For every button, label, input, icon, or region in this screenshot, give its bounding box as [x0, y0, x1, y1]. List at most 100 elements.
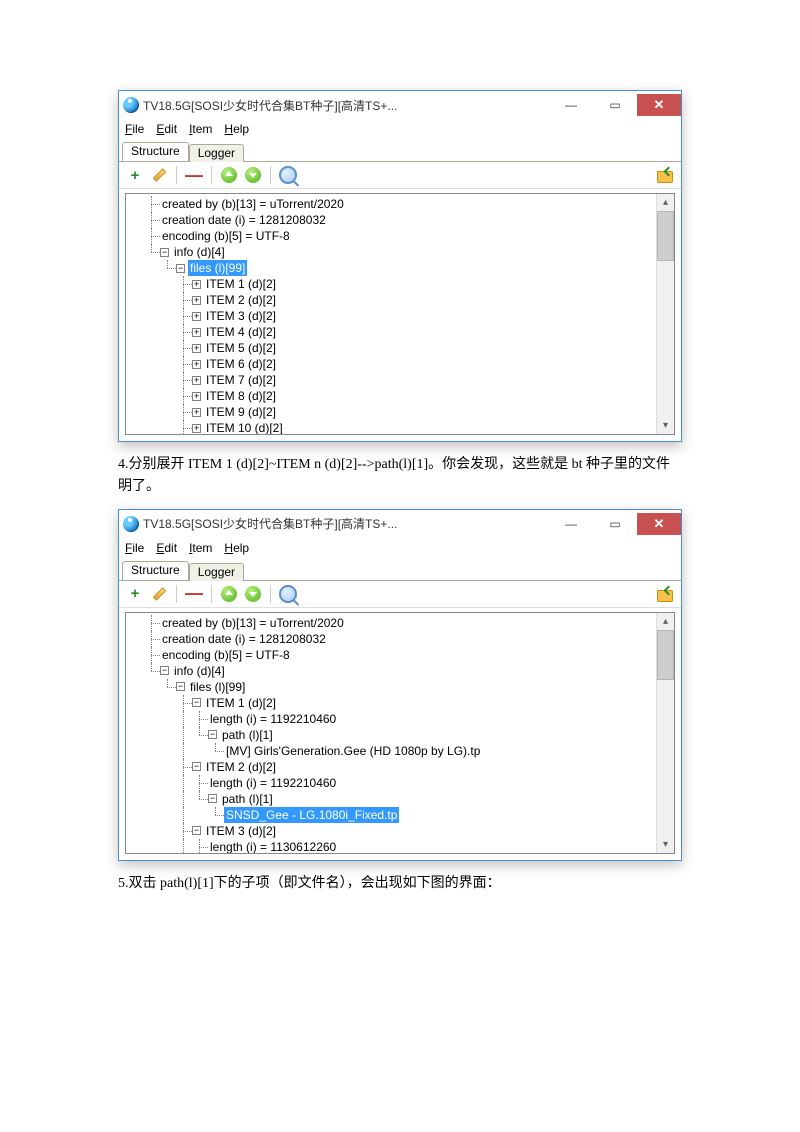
scroll-up-icon[interactable]: ▴ [657, 613, 674, 630]
maximize-button[interactable]: ▭ [593, 94, 637, 116]
expand-icon[interactable]: + [192, 312, 201, 321]
open-folder-icon[interactable] [655, 584, 675, 604]
expand-icon[interactable]: + [192, 392, 201, 401]
tree-view[interactable]: created by (b)[13] = uTorrent/2020 creat… [125, 612, 675, 854]
minimize-button[interactable]: — [549, 94, 593, 116]
titlebar[interactable]: TV18.5G[SOSI少女时代合集BT种子][高清TS+... — ▭ ✕ [119, 91, 681, 119]
tree-node[interactable]: ITEM 5 (d)[2] [204, 340, 278, 356]
tree-view[interactable]: created by (b)[13] = uTorrent/2020 creat… [125, 193, 675, 435]
tab-logger[interactable]: Logger [189, 563, 244, 581]
collapse-icon[interactable]: − [192, 762, 201, 771]
scrollbar[interactable]: ▴ ▾ [656, 613, 674, 853]
tree-node[interactable]: ITEM 7 (d)[2] [204, 372, 278, 388]
expand-icon[interactable]: + [192, 408, 201, 417]
tree-node[interactable]: [MV] Girls'Generation.Gee (HD 1080p by L… [224, 743, 482, 759]
minimize-button[interactable]: — [549, 513, 593, 535]
menu-edit[interactable]: Edit [156, 122, 177, 136]
tree-node[interactable]: encoding (b)[5] = UTF-8 [160, 228, 292, 244]
close-button[interactable]: ✕ [637, 513, 681, 535]
tab-logger[interactable]: Logger [189, 144, 244, 162]
search-icon[interactable] [278, 165, 298, 185]
menu-file[interactable]: File [125, 122, 144, 136]
tree-node[interactable]: ITEM 3 (d)[2] [204, 308, 278, 324]
scroll-thumb[interactable] [657, 211, 674, 261]
add-icon[interactable]: + [125, 584, 145, 604]
scrollbar[interactable]: ▴ ▾ [656, 194, 674, 434]
collapse-icon[interactable]: − [160, 666, 169, 675]
tab-structure[interactable]: Structure [122, 142, 189, 161]
move-down-icon[interactable] [243, 165, 263, 185]
collapse-icon[interactable]: − [192, 698, 201, 707]
collapse-icon[interactable]: − [176, 682, 185, 691]
tree-node[interactable]: ITEM 6 (d)[2] [204, 356, 278, 372]
tree-node[interactable]: path (l)[1] [220, 727, 275, 743]
collapse-icon[interactable]: − [192, 826, 201, 835]
tree-node[interactable]: info (d)[4] [172, 244, 227, 260]
search-icon[interactable] [278, 584, 298, 604]
tree-node[interactable]: path (l)[1] [220, 791, 275, 807]
tree-node[interactable]: ITEM 2 (d)[2] [204, 292, 278, 308]
open-folder-icon[interactable] [655, 165, 675, 185]
expand-icon[interactable]: + [192, 280, 201, 289]
tabbar: Structure Logger [119, 139, 681, 162]
app-icon [123, 97, 139, 113]
tree-node[interactable]: created by (b)[13] = uTorrent/2020 [160, 615, 346, 631]
move-up-icon[interactable] [219, 584, 239, 604]
tab-structure[interactable]: Structure [122, 561, 189, 580]
tree-node[interactable]: creation date (i) = 1281208032 [160, 212, 328, 228]
expand-icon[interactable]: + [192, 328, 201, 337]
move-down-icon[interactable] [243, 584, 263, 604]
tree-node[interactable]: created by (b)[13] = uTorrent/2020 [160, 196, 346, 212]
tree-node[interactable]: length (i) = 1192210460 [208, 775, 338, 791]
expand-icon[interactable]: + [192, 376, 201, 385]
window-title: TV18.5G[SOSI少女时代合集BT种子][高清TS+... [143, 515, 397, 532]
tree-node[interactable]: creation date (i) = 1281208032 [160, 631, 328, 647]
tree-node[interactable]: ITEM 8 (d)[2] [204, 388, 278, 404]
remove-icon[interactable]: — [184, 165, 204, 185]
collapse-icon[interactable]: − [208, 730, 217, 739]
tree-node-selected[interactable]: files (l)[99] [188, 260, 247, 276]
add-icon[interactable]: + [125, 165, 145, 185]
maximize-button[interactable]: ▭ [593, 513, 637, 535]
menu-help[interactable]: Help [224, 541, 249, 555]
tree-node[interactable]: ITEM 3 (d)[2] [204, 823, 278, 839]
step-5-text: 5.双击 path(l)[1]下的子项（即文件名），会出现如下图的界面： [118, 873, 682, 895]
menu-edit[interactable]: Edit [156, 541, 177, 555]
tree-node[interactable]: ITEM 9 (d)[2] [204, 404, 278, 420]
menu-help[interactable]: Help [224, 122, 249, 136]
tree-node[interactable]: ITEM 1 (d)[2] [204, 695, 278, 711]
expand-icon[interactable]: + [192, 344, 201, 353]
edit-icon[interactable] [149, 584, 169, 604]
scroll-thumb[interactable] [657, 630, 674, 680]
tree-node[interactable]: ITEM 10 (d)[2] [204, 420, 285, 435]
collapse-icon[interactable]: − [160, 248, 169, 257]
collapse-icon[interactable]: − [208, 794, 217, 803]
scroll-up-icon[interactable]: ▴ [657, 194, 674, 211]
remove-icon[interactable]: — [184, 584, 204, 604]
move-up-icon[interactable] [219, 165, 239, 185]
tree-node-selected[interactable]: SNSD_Gee - LG.1080i_Fixed.tp [224, 807, 399, 823]
expand-icon[interactable]: + [192, 360, 201, 369]
menu-item[interactable]: Item [189, 122, 212, 136]
menu-item[interactable]: Item [189, 541, 212, 555]
tree-node[interactable]: ITEM 2 (d)[2] [204, 759, 278, 775]
tabbar: Structure Logger [119, 558, 681, 581]
collapse-icon[interactable]: − [176, 264, 185, 273]
expand-icon[interactable]: + [192, 424, 201, 433]
titlebar[interactable]: TV18.5G[SOSI少女时代合集BT种子][高清TS+... — ▭ ✕ [119, 510, 681, 538]
scroll-down-icon[interactable]: ▾ [657, 836, 674, 853]
expand-icon[interactable]: + [192, 296, 201, 305]
close-button[interactable]: ✕ [637, 94, 681, 116]
tree-node[interactable]: encoding (b)[5] = UTF-8 [160, 647, 292, 663]
tree-node[interactable]: files (l)[99] [188, 679, 247, 695]
menubar: File Edit Item Help [119, 119, 681, 139]
scroll-down-icon[interactable]: ▾ [657, 417, 674, 434]
edit-icon[interactable] [149, 165, 169, 185]
tree-node[interactable]: length (i) = 1192210460 [208, 711, 338, 727]
tree-node[interactable]: info (d)[4] [172, 663, 227, 679]
tree-node[interactable]: ITEM 4 (d)[2] [204, 324, 278, 340]
menu-file[interactable]: File [125, 541, 144, 555]
tree-node[interactable]: length (i) = 1130612260 [208, 839, 338, 854]
bencode-editor-window-1: TV18.5G[SOSI少女时代合集BT种子][高清TS+... — ▭ ✕ F… [118, 90, 682, 442]
tree-node[interactable]: ITEM 1 (d)[2] [204, 276, 278, 292]
